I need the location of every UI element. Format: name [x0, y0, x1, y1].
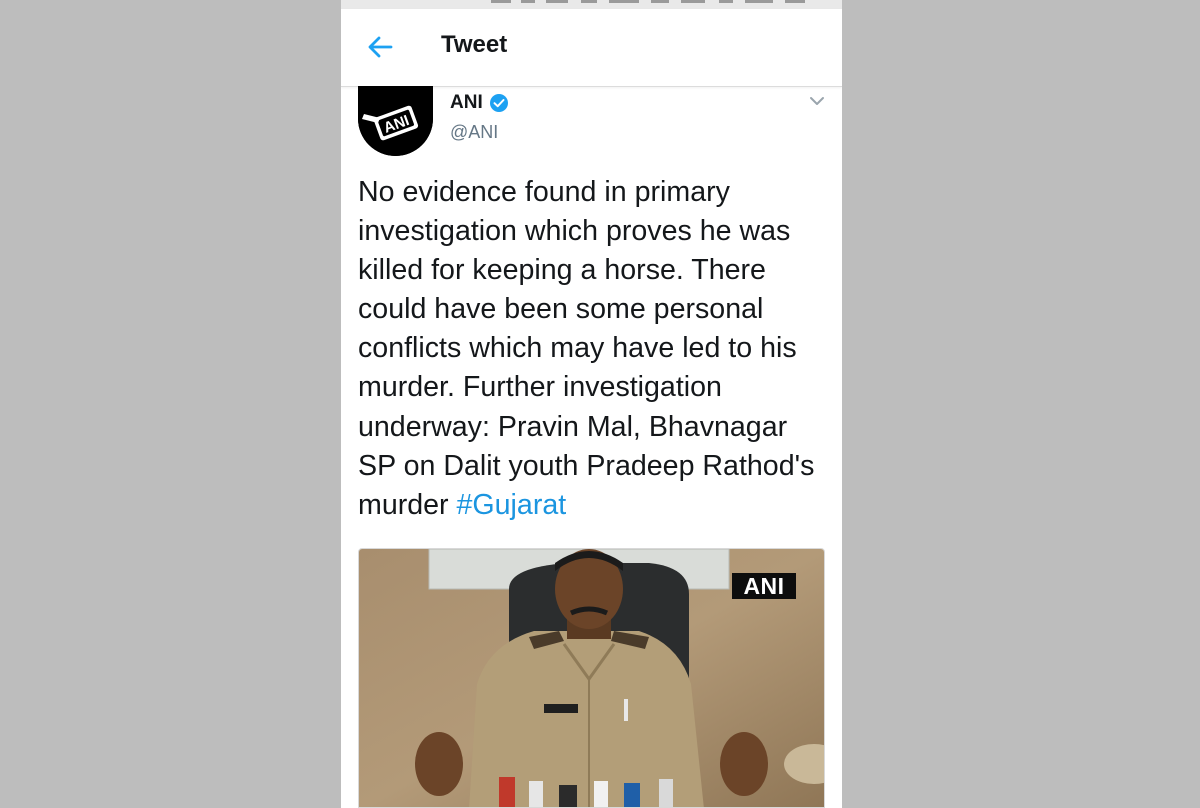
hashtag-link[interactable]: #Gujarat: [457, 489, 567, 521]
tweet-body: No evidence found in primary investigati…: [358, 176, 815, 521]
verified-badge-icon: [489, 94, 508, 112]
author-name-row[interactable]: ANI: [450, 92, 509, 114]
tweet-text: No evidence found in primary investigati…: [358, 173, 828, 525]
page-title: Tweet: [441, 31, 508, 58]
ani-logo: ANI: [358, 86, 433, 156]
arrow-left-icon[interactable]: [365, 32, 395, 62]
top-bar: Tweet: [341, 9, 842, 87]
avatar[interactable]: ANI: [358, 86, 433, 156]
phone-screen: Tweet ANI ANI @ANI No evidence found in …: [341, 0, 842, 808]
status-bar: [341, 0, 842, 9]
chevron-down-icon[interactable]: [808, 94, 826, 108]
author-name[interactable]: ANI: [450, 92, 483, 114]
tweet-media[interactable]: ANI: [358, 548, 825, 808]
media-watermark: ANI: [732, 573, 796, 599]
author-handle[interactable]: @ANI: [450, 122, 498, 143]
